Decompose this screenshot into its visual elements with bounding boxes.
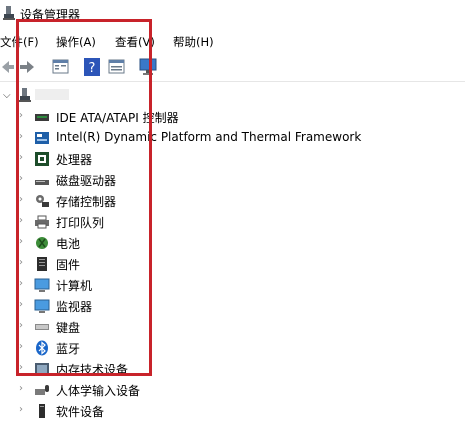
tree-item-label: 内存技术设备 [56,363,129,377]
chevron-right-icon[interactable]: › [19,257,23,268]
chevron-down-icon[interactable]: ⌵ [3,90,11,101]
menu-help[interactable]: 帮助(H) [173,34,214,50]
view-icon[interactable] [108,58,125,75]
menu-action[interactable]: 操作(A) [56,34,96,50]
help-icon[interactable]: ? [84,58,100,76]
tree-item-firmware[interactable]: › 固件 [0,254,465,274]
tree-item-disk-drives[interactable]: › 磁盘驱动器 [0,170,465,190]
tree-item-print-queues[interactable]: › 打印队列 [0,212,465,232]
tree-item-human-interface-devices[interactable]: › 人体学输入设备 [0,380,465,400]
tree-item-label: 打印队列 [56,216,105,230]
chevron-right-icon[interactable]: › [19,152,23,163]
tree-item-storage-controllers[interactable]: › 存储控制器 [0,191,465,211]
svg-text:?: ? [89,61,96,76]
chevron-right-icon[interactable]: › [19,173,23,184]
computer-root-icon [19,88,31,102]
chevron-right-icon[interactable]: › [19,236,23,247]
tree-item-monitors[interactable]: › 监视器 [0,296,465,316]
intel-platform-icon [35,132,49,144]
memory-tech-icon [35,363,49,375]
storage-controller-icon [36,195,49,207]
tree-item-label: 存储控制器 [56,195,117,209]
properties-icon[interactable] [52,58,69,75]
software-device-icon [39,404,45,418]
chevron-right-icon[interactable]: › [19,215,23,226]
processor-icon [35,152,49,166]
ide-controller-icon [35,114,49,121]
toolbar: ? [0,55,465,82]
back-arrow-icon[interactable] [0,58,14,76]
tree-item-batteries[interactable]: › 电池 [0,233,465,253]
device-manager-icon [3,6,15,20]
tree-item-label: 计算机 [56,279,93,293]
tree-item-label: 人体学输入设备 [56,384,141,398]
chevron-right-icon[interactable]: › [19,299,23,310]
tree-item-label: IDE ATA/ATAPI 控制器 [56,111,179,125]
bluetooth-icon [36,340,48,356]
chevron-right-icon[interactable]: › [19,194,23,205]
tree-item-label: 磁盘驱动器 [56,174,117,188]
firmware-icon [37,257,47,271]
battery-icon [36,237,48,249]
tree-item-label: 键盘 [56,321,81,335]
chevron-right-icon[interactable]: › [19,341,23,352]
print-queue-icon [35,215,49,229]
keyboard-icon [35,324,49,330]
tree-item-intel-dptf[interactable]: › Intel(R) Dynamic Platform and Thermal … [0,128,465,148]
chevron-right-icon[interactable]: › [19,320,23,331]
chevron-right-icon[interactable]: › [19,110,23,121]
monitor-icon [34,299,50,313]
tree-item-processor[interactable]: › 处理器 [0,149,465,169]
chevron-right-icon[interactable]: › [19,404,23,415]
computer-name-placeholder[interactable] [35,89,69,100]
tree-item-label: 电池 [56,237,81,251]
tree-item-software-devices[interactable]: › 软件设备 [0,401,465,421]
tree-item-label: 固件 [56,258,81,272]
chevron-right-icon[interactable]: › [19,383,23,394]
tree-item-computer[interactable]: › 计算机 [0,275,465,295]
chevron-right-icon[interactable]: › [19,278,23,289]
menu-file[interactable]: 文件(F) [0,34,39,50]
device-tree: ⌵ › IDE ATA/ATAPI 控制器 › Intel(R) Dynamic… [0,86,465,419]
tree-item-label: 软件设备 [56,405,105,419]
chevron-right-icon[interactable]: › [19,362,23,373]
title-bar: 设备管理器 [0,0,465,28]
chevron-right-icon[interactable]: › [19,131,23,142]
hid-icon [35,385,49,395]
menu-view[interactable]: 查看(V) [115,34,155,50]
tree-item-label: 处理器 [56,153,93,167]
computer-icon [34,278,50,292]
forward-arrow-icon[interactable] [18,58,36,76]
tree-item-label: 蓝牙 [56,342,81,356]
window-title: 设备管理器 [20,8,81,22]
tree-item-memory-technology-devices[interactable]: › 内存技术设备 [0,359,465,379]
tree-item-label: Intel(R) Dynamic Platform and Thermal Fr… [56,130,362,144]
tree-item-ide-ata-atapi[interactable]: › IDE ATA/ATAPI 控制器 [0,107,465,127]
tree-item-label: 监视器 [56,300,93,314]
disk-drive-icon [35,180,49,185]
tree-item-keyboards[interactable]: › 键盘 [0,317,465,337]
menu-bar: 文件(F) 操作(A) 查看(V) 帮助(H) [0,30,465,52]
tree-item-bluetooth[interactable]: › 蓝牙 [0,338,465,358]
monitor-icon[interactable] [139,58,157,76]
